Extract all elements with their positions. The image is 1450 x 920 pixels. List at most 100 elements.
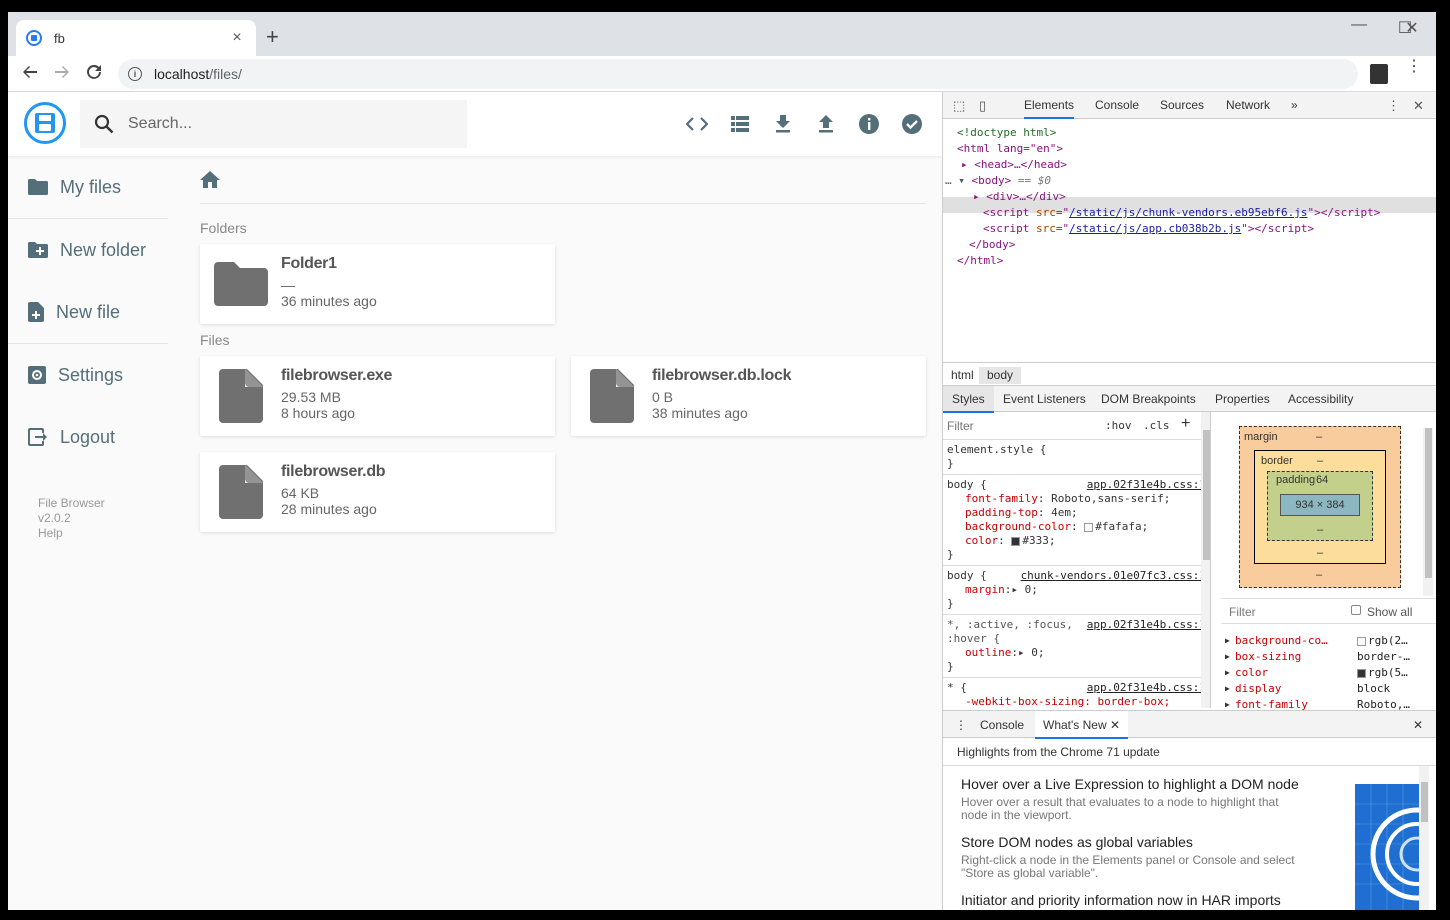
drawer-menu-icon[interactable]: ⋮ (955, 718, 967, 732)
color-swatch[interactable] (1011, 536, 1021, 546)
crumb-html[interactable]: html (951, 368, 974, 382)
box-model-padding[interactable]: padding 64 – 934 × 384 (1267, 471, 1373, 541)
close-drawer-icon[interactable]: ✕ (1413, 718, 1423, 732)
list-view-icon[interactable] (728, 112, 752, 136)
box-model-scrollbar[interactable] (1423, 428, 1433, 596)
browser-tab[interactable]: fb × (16, 20, 256, 56)
tab-properties[interactable]: Properties (1215, 392, 1270, 406)
show-all-checkbox[interactable] (1351, 605, 1361, 615)
sidebar-item-logout[interactable]: Logout (8, 406, 168, 468)
file-item[interactable]: filebrowser.exe 29.53 MB 8 hours ago (200, 356, 555, 436)
css-property[interactable]: font-family (965, 492, 1038, 505)
browser-menu-icon[interactable]: ⋮ (1406, 59, 1422, 75)
file-item[interactable]: filebrowser.db 64 KB 28 minutes ago (200, 452, 555, 532)
css-property[interactable]: outline (965, 646, 1011, 659)
whats-new-item[interactable]: Store DOM nodes as global variables Righ… (961, 834, 1321, 880)
close-tab-icon[interactable]: × (228, 29, 246, 47)
sidebar-item-new-file[interactable]: New file (8, 281, 168, 343)
head-node[interactable]: ▸ <head>…</head> (961, 158, 1067, 171)
inspect-element-icon[interactable]: ⬚ (953, 98, 965, 114)
new-rule-icon[interactable]: + (1181, 415, 1190, 433)
css-value[interactable]: #fafafa; (1095, 520, 1148, 533)
drawer-tab-whats-new[interactable]: What's New ✕ (1035, 711, 1129, 739)
whats-new-item[interactable]: Initiator and priority information now i… (961, 892, 1321, 908)
extension-icon[interactable] (1370, 64, 1388, 84)
minimize-button[interactable]: — (1336, 16, 1382, 34)
color-swatch[interactable] (1084, 522, 1094, 532)
script-node[interactable]: <script src="/static/js/chunk-vendors.eb… (983, 206, 1380, 219)
sidebar-item-my-files[interactable]: My files (8, 156, 168, 218)
script-src-link[interactable]: /static/js/chunk-vendors.eb95ebf6.js (1069, 206, 1307, 219)
tab-network[interactable]: Network (1226, 98, 1270, 112)
hov-toggle[interactable]: :hov (1105, 419, 1132, 432)
css-value[interactable]: 4em; (1051, 506, 1078, 519)
css-property[interactable]: padding-top (965, 506, 1038, 519)
styles-scrollbar[interactable] (1201, 412, 1210, 708)
styles-filter-input[interactable] (947, 416, 1095, 436)
address-bar[interactable]: i localhost/files/ (118, 59, 1358, 89)
search-input[interactable] (128, 115, 428, 133)
sidebar-item-new-folder[interactable]: New folder (8, 219, 168, 281)
script-node[interactable]: <script src="/static/js/app.cb038b2b.js"… (983, 222, 1314, 235)
body-close-node[interactable]: </body> (969, 238, 1015, 251)
tab-accessibility[interactable]: Accessibility (1288, 392, 1353, 406)
tab-event-listeners[interactable]: Event Listeners (1003, 392, 1086, 406)
doctype-node[interactable]: <!doctype html> (957, 126, 1056, 139)
sidebar-item-settings[interactable]: Settings (8, 344, 168, 406)
computed-row[interactable]: ▶ color rgb(5… (1221, 666, 1436, 682)
css-value[interactable]: 0; (1031, 646, 1044, 659)
file-item[interactable]: filebrowser.db.lock 0 B 38 minutes ago (571, 356, 926, 436)
crumb-body[interactable]: body (979, 367, 1022, 384)
box-model-content[interactable]: 934 × 384 (1280, 494, 1360, 516)
box-model-margin[interactable]: margin – – border – – padding 64 – 934 ×… (1239, 426, 1401, 588)
css-declaration[interactable]: -webkit-box-sizing: border-box; (947, 695, 1206, 708)
cls-toggle[interactable]: .cls (1143, 419, 1170, 432)
computed-filter-input[interactable]: Filter (1229, 605, 1256, 619)
box-model-border[interactable]: border – – padding 64 – 934 × 384 (1254, 450, 1386, 564)
css-value[interactable]: #333; (1022, 534, 1055, 547)
check-circle-icon[interactable] (900, 112, 924, 136)
whats-new-item[interactable]: Hover over a Live Expression to highligh… (961, 776, 1321, 822)
help-link[interactable]: Help (38, 526, 105, 541)
computed-row[interactable]: ▶ background-co… rgb(2… (1221, 634, 1436, 650)
css-value[interactable]: 0; (1025, 583, 1038, 596)
body-node[interactable]: … ▾ <body> == $0 (945, 174, 1051, 187)
forward-arrow-icon[interactable] (50, 62, 74, 86)
close-window-button[interactable]: ✕ (1389, 18, 1435, 38)
rule-source-link[interactable]: app.02f31e4b.css:1 (1087, 681, 1206, 695)
css-value[interactable]: Roboto,sans-serif; (1051, 492, 1170, 505)
download-icon[interactable] (771, 112, 795, 136)
div-node[interactable]: ▸ <div>…</div> (973, 190, 1066, 203)
search-box[interactable] (80, 100, 467, 148)
folder-item[interactable]: Folder1 — 36 minutes ago (200, 244, 555, 324)
device-toolbar-icon[interactable]: ▯ (979, 98, 986, 114)
upload-icon[interactable] (814, 112, 838, 136)
tab-sources[interactable]: Sources (1160, 98, 1204, 112)
rule-source-link[interactable]: chunk-vendors.01e07fc3.css:1 (1021, 569, 1206, 583)
computed-row[interactable]: ▶ display block (1221, 682, 1436, 698)
tab-styles[interactable]: Styles (943, 386, 994, 413)
code-icon[interactable] (685, 112, 709, 136)
css-property[interactable]: margin (965, 583, 1005, 596)
more-tabs-icon[interactable]: » (1291, 98, 1298, 112)
close-devtools-icon[interactable]: ✕ (1413, 98, 1424, 114)
info-icon[interactable] (857, 112, 881, 136)
home-icon[interactable] (200, 171, 220, 188)
site-info-icon[interactable]: i (128, 67, 142, 81)
close-drawer-tab-icon[interactable]: ✕ (1110, 718, 1120, 732)
back-arrow-icon[interactable] (18, 62, 42, 86)
css-property[interactable]: color (965, 534, 998, 547)
drawer-tab-console[interactable]: Console (980, 718, 1024, 732)
whats-new-scrollbar[interactable] (1419, 766, 1429, 910)
app-logo[interactable] (24, 102, 66, 144)
url-text[interactable]: localhost/files/ (154, 66, 242, 82)
html-close-node[interactable]: </html> (957, 254, 1003, 267)
devtools-menu-icon[interactable]: ⋮ (1387, 98, 1400, 114)
script-src-link[interactable]: /static/js/app.cb038b2b.js (1069, 222, 1241, 235)
rule-source-link[interactable]: app.02f31e4b.css:1 (1087, 478, 1206, 492)
tab-dom-breakpoints[interactable]: DOM Breakpoints (1101, 392, 1196, 406)
computed-row[interactable]: ▶ box-sizing border-… (1221, 650, 1436, 666)
html-node[interactable]: <html lang="en"> (957, 142, 1063, 155)
rule-source-link[interactable]: app.02f31e4b.css:1 (1087, 618, 1206, 632)
tab-elements[interactable]: Elements (1024, 98, 1075, 119)
